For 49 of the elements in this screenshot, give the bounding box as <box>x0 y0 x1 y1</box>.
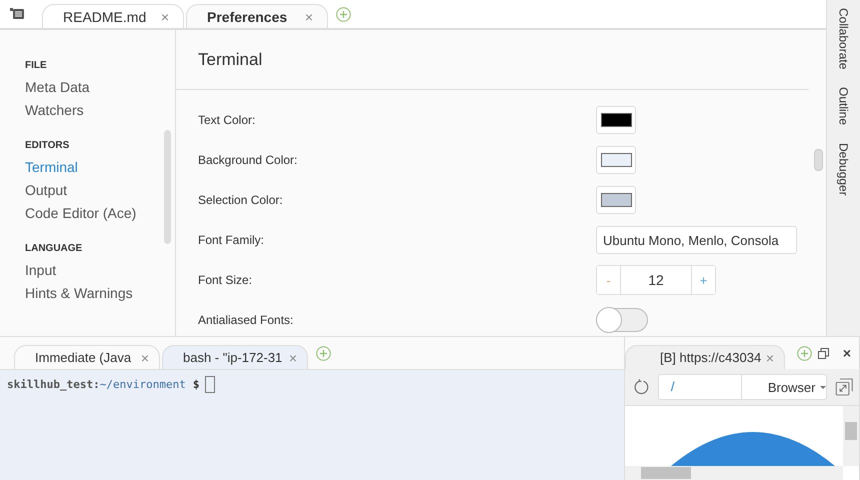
vertical-scrollbar[interactable] <box>843 406 859 466</box>
sidebar-item[interactable]: Meta Data <box>25 76 175 99</box>
setting-label: Antialiased Fonts: <box>198 313 294 327</box>
menu-icon[interactable] <box>10 8 24 20</box>
section-heading: FILE <box>25 60 48 71</box>
add-tab-icon[interactable] <box>797 346 812 360</box>
font-family-field[interactable]: Ubuntu Mono, Menlo, Consola <box>596 226 797 254</box>
setting-label: Font Size: <box>198 273 254 287</box>
text-cursor <box>205 376 216 393</box>
reload-icon[interactable] <box>633 377 650 397</box>
sidebar-item[interactable]: Terminal <box>25 156 175 179</box>
caret-icon <box>820 386 826 388</box>
editor-tab[interactable]: Preferences × <box>186 4 328 28</box>
sidebar-item[interactable]: Code Editor (Ace) <box>25 202 175 225</box>
prompt-sign: $ <box>192 378 200 391</box>
add-tab-icon[interactable] <box>316 346 331 360</box>
panel-tab[interactable]: Debugger <box>836 143 850 196</box>
setting-label: Selection Color: <box>198 193 284 207</box>
address-bar[interactable]: / Browser <box>658 374 826 400</box>
setting-label: Font Family: <box>198 233 266 247</box>
section-heading: EDITORS <box>25 140 70 151</box>
close-icon[interactable]: × <box>160 8 169 24</box>
scrollbar-thumb[interactable] <box>814 149 823 171</box>
scrollbar-thumb[interactable] <box>164 130 171 244</box>
prompt-path: ~/environment <box>100 378 186 391</box>
color-picker[interactable] <box>596 186 636 214</box>
restore-window-icon[interactable] <box>818 348 829 358</box>
page-title: Terminal <box>176 30 809 90</box>
setting-label: Text Color: <box>198 113 256 127</box>
color-picker[interactable] <box>596 106 636 134</box>
terminal-tab[interactable]: Immediate (Java × <box>14 345 160 369</box>
sidebar-item[interactable]: Input <box>25 259 175 282</box>
add-tab-icon[interactable] <box>336 6 351 22</box>
prompt-user: skillhub_test: <box>7 378 100 391</box>
browser-tab[interactable]: [B] https://c43034 × <box>625 345 785 369</box>
close-button[interactable]: × <box>842 345 851 361</box>
popout-icon[interactable] <box>834 376 853 398</box>
section-heading: LANGUAGE <box>25 243 84 254</box>
sidebar-item[interactable]: Watchers <box>25 99 175 122</box>
panel-tab[interactable]: Collaborate <box>836 8 850 70</box>
terminal-tab[interactable]: bash - "ip-172-31 × <box>162 345 308 369</box>
setting-label: Background Color: <box>198 153 298 167</box>
horizontal-scrollbar[interactable] <box>625 466 843 480</box>
sidebar-item[interactable]: Hints & Warnings <box>25 282 175 305</box>
panel-tab[interactable]: Outline <box>836 87 850 126</box>
sidebar-item[interactable]: Output <box>25 179 175 202</box>
color-picker[interactable] <box>596 146 636 174</box>
toggle-switch[interactable] <box>596 308 648 332</box>
editor-tab[interactable]: README.md × <box>42 4 184 28</box>
